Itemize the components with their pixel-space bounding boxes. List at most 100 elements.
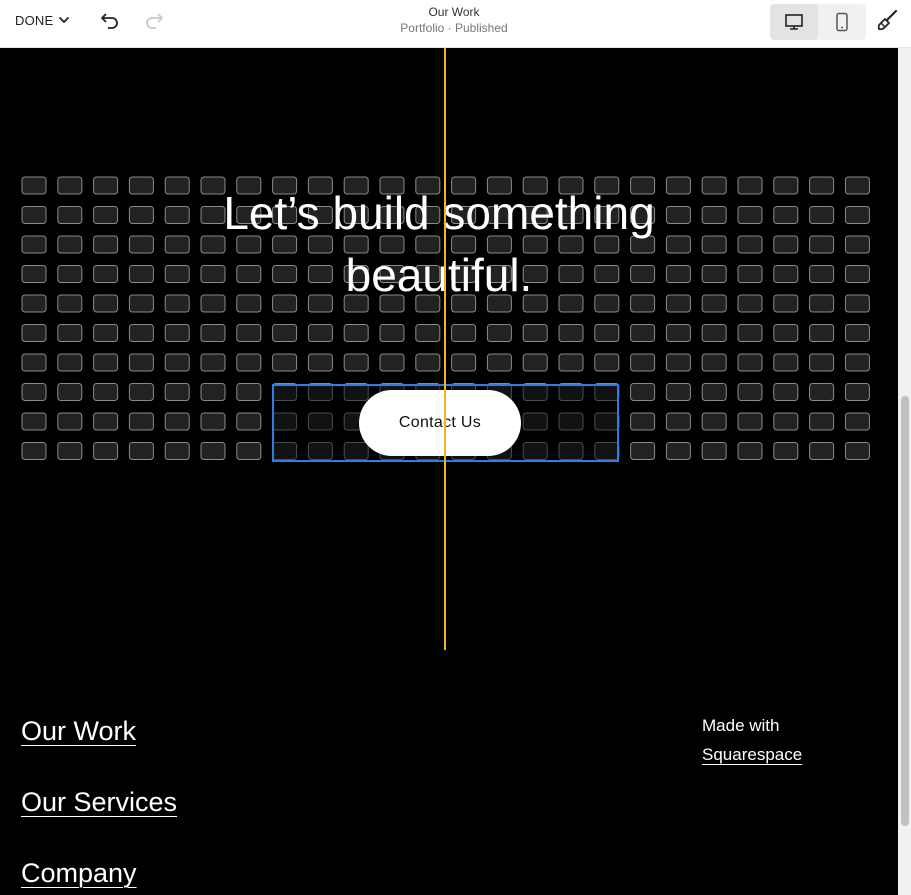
grid-cell [128,442,154,460]
grid-cell [844,176,870,195]
grid-cell [164,324,190,342]
mobile-view-button[interactable] [818,4,866,40]
grid-cell [737,383,763,401]
grid-cell [773,383,799,401]
grid-cell [21,206,47,224]
grid-cell [93,353,119,372]
mobile-icon [836,12,848,32]
grid-cell [21,294,47,313]
grid-cell [809,206,835,224]
chevron-down-icon [59,16,70,24]
grid-cell [451,324,477,342]
done-button[interactable]: DONE [15,11,70,29]
grid-cell [844,206,870,224]
grid-cell [21,412,47,431]
grid-cell [630,442,656,460]
footer-link-company[interactable]: Company [21,858,137,889]
grid-cell [57,206,83,224]
grid-cell [665,412,691,431]
squarespace-link[interactable]: Squarespace [702,745,802,765]
grid-cell [773,442,799,460]
grid-cell [415,324,441,342]
grid-cell [21,442,47,460]
grid-cell [665,383,691,401]
grid-cell [809,294,835,313]
grid-cell [236,353,262,372]
footer-link-our-services[interactable]: Our Services [21,787,177,818]
grid-cell [486,353,512,372]
paintbrush-icon[interactable] [876,8,900,32]
scrollbar-thumb[interactable] [901,396,909,826]
grid-cell [809,383,835,401]
grid-cell [164,442,190,460]
grid-cell [164,383,190,401]
grid-cell [21,176,47,195]
grid-cell [57,383,83,401]
grid-cell [737,265,763,283]
grid-cell [844,412,870,431]
grid-cell [737,324,763,342]
undo-icon[interactable] [99,9,121,31]
grid-cell [844,294,870,313]
grid-cell [272,353,298,372]
grid-cell [665,442,691,460]
device-toggle [770,4,866,40]
grid-cell [773,294,799,313]
scrollbar[interactable] [898,48,911,895]
grid-cell [522,324,548,342]
grid-cell [21,383,47,401]
grid-cell [379,324,405,342]
desktop-view-button[interactable] [770,4,818,40]
grid-cell [200,442,226,460]
desktop-icon [785,14,803,30]
grid-cell [200,353,226,372]
grid-cell [21,324,47,342]
grid-cell [630,324,656,342]
grid-cell [809,235,835,254]
grid-cell [809,353,835,372]
grid-cell [737,176,763,195]
center-guide-line [444,48,446,650]
grid-cell [236,383,262,401]
grid-cell [558,353,584,372]
grid-cell [594,353,620,372]
grid-cell [701,412,727,431]
grid-cell [737,412,763,431]
footer-link-our-work[interactable]: Our Work [21,716,136,747]
grid-cell [773,176,799,195]
grid-cell [164,353,190,372]
grid-cell [844,265,870,283]
grid-cell [21,265,47,283]
grid-cell [93,294,119,313]
grid-cell [773,324,799,342]
grid-cell [128,412,154,431]
made-with-text: Made with [702,716,780,735]
grid-cell [737,206,763,224]
grid-cell [128,353,154,372]
grid-cell [57,353,83,372]
grid-cell [21,235,47,254]
grid-cell [57,324,83,342]
hero-headline-line-2: beautiful. [345,249,533,301]
grid-cell [200,324,226,342]
grid-cell [307,324,333,342]
grid-cell [272,324,298,342]
grid-cell [773,206,799,224]
grid-cell [57,176,83,195]
grid-cell [773,265,799,283]
grid-cell [343,324,369,342]
grid-cell [809,412,835,431]
grid-cell [128,324,154,342]
grid-cell [200,412,226,431]
grid-cell [451,353,477,372]
grid-cell [93,324,119,342]
grid-cell [128,383,154,401]
editor-toolbar: DONE Our Work Portfolio · Published [0,0,911,48]
grid-cell [93,265,119,283]
grid-cell [737,235,763,254]
grid-cell [665,324,691,342]
grid-cell [558,324,584,342]
grid-cell [630,383,656,401]
grid-cell [21,353,47,372]
contact-us-button[interactable]: Contact Us [359,390,521,456]
